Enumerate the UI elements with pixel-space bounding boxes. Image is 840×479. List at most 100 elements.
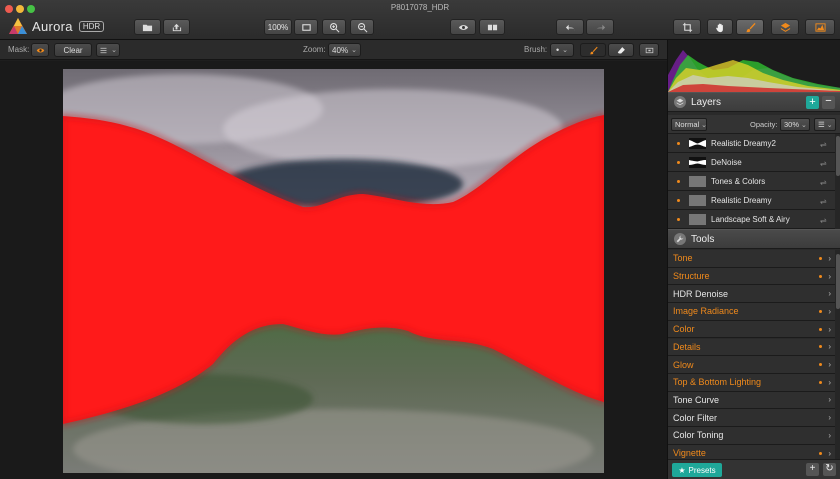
tool-row[interactable]: Tone Curve › bbox=[668, 391, 835, 410]
layer-settings-icon[interactable]: ⇌ bbox=[820, 197, 829, 206]
refresh-button[interactable]: ↻ bbox=[823, 463, 836, 476]
brush-size-select[interactable]: • ⌄ bbox=[550, 43, 574, 57]
layer-mask-thumbnail[interactable] bbox=[689, 194, 706, 206]
tool-row[interactable]: Color Filter › bbox=[668, 409, 835, 427]
histogram-toggle-button[interactable] bbox=[805, 19, 835, 35]
frame-icon bbox=[645, 47, 653, 53]
preview-button[interactable] bbox=[450, 19, 476, 35]
opacity-label: Opacity: bbox=[750, 120, 778, 129]
tool-name: Image Radiance bbox=[673, 306, 739, 317]
opacity-value: 30% bbox=[784, 120, 800, 129]
add-preset-button[interactable]: + bbox=[806, 463, 819, 476]
histogram bbox=[668, 40, 840, 92]
remove-layer-button[interactable]: − bbox=[822, 96, 835, 109]
tool-row[interactable]: Details › bbox=[668, 338, 835, 357]
tool-row[interactable]: Structure › bbox=[668, 267, 835, 286]
mask-visibility-button[interactable] bbox=[31, 43, 49, 57]
open-button[interactable] bbox=[134, 19, 161, 35]
chevron-down-icon: ⌄ bbox=[111, 47, 117, 54]
redo-button[interactable] bbox=[586, 19, 614, 35]
layer-row[interactable]: Realistic Dreamy ⇌ bbox=[668, 191, 835, 210]
layers-icon bbox=[674, 96, 686, 108]
app-badge: HDR bbox=[78, 20, 105, 32]
right-panel: Layers + − Normal ⌄ Opacity: 30% ⌄ ☰ ⌄ R… bbox=[667, 40, 840, 479]
presets-button[interactable]: ★ Presets bbox=[672, 463, 722, 477]
layer-mask-thumbnail[interactable] bbox=[689, 156, 706, 168]
layer-name: Landscape Soft & Airy bbox=[711, 214, 790, 224]
tool-row[interactable]: Image Radiance › bbox=[668, 303, 835, 321]
chevron-down-icon: ⌄ bbox=[562, 47, 569, 54]
layer-settings-icon[interactable]: ⇌ bbox=[820, 178, 829, 187]
chevron-right-icon: › bbox=[828, 413, 831, 423]
layer-mask-thumbnail[interactable] bbox=[689, 175, 706, 187]
fit-screen-button[interactable] bbox=[294, 19, 318, 35]
hand-tool-button[interactable] bbox=[707, 19, 733, 35]
blend-mode-select[interactable]: Normal ⌄ bbox=[671, 118, 707, 131]
layer-settings-icon[interactable]: ⇌ bbox=[820, 140, 829, 149]
layers-scroll-thumb[interactable] bbox=[836, 136, 840, 176]
chevron-right-icon: › bbox=[828, 360, 831, 370]
tool-row[interactable]: Color Toning › bbox=[668, 427, 835, 445]
tool-name: HDR Denoise bbox=[673, 288, 729, 299]
tool-row[interactable]: Glow › bbox=[668, 356, 835, 374]
histogram-graph bbox=[668, 50, 840, 92]
layer-row[interactable]: Realistic Dreamy2 ⇌ bbox=[668, 134, 835, 153]
layer-active-dot bbox=[677, 217, 680, 221]
chevron-right-icon: › bbox=[828, 289, 831, 299]
tool-row[interactable]: Tone › bbox=[668, 250, 835, 268]
photo-with-mask-image[interactable] bbox=[63, 69, 604, 473]
tool-row[interactable]: Top & Bottom Lighting › bbox=[668, 373, 835, 392]
photo-canvas[interactable] bbox=[63, 69, 604, 473]
tools-header[interactable]: Tools bbox=[668, 229, 840, 249]
chevron-right-icon: › bbox=[828, 377, 831, 387]
undo-icon bbox=[565, 24, 575, 31]
layer-row[interactable]: Landscape Soft & Airy ⇌ bbox=[668, 210, 835, 229]
undo-button[interactable] bbox=[556, 19, 584, 35]
tool-active-dot bbox=[819, 256, 823, 260]
hand-icon bbox=[715, 23, 723, 32]
clear-mask-button[interactable]: Clear bbox=[54, 43, 92, 57]
star-icon: ★ bbox=[678, 465, 686, 475]
tool-name: Structure bbox=[673, 271, 710, 282]
layer-active-dot bbox=[677, 141, 680, 145]
chevron-right-icon: › bbox=[828, 448, 831, 458]
brush-tool-button[interactable] bbox=[736, 19, 764, 35]
zoom-select[interactable]: 40% ⌄ bbox=[328, 43, 361, 57]
share-button[interactable] bbox=[163, 19, 190, 35]
crop-button[interactable] bbox=[673, 19, 701, 35]
tools-title: Tools bbox=[691, 233, 715, 245]
layer-settings-icon[interactable]: ⇌ bbox=[820, 216, 829, 225]
layer-mask-thumbnail[interactable] bbox=[689, 213, 706, 225]
eraser-button[interactable] bbox=[608, 43, 634, 57]
tool-active-dot bbox=[819, 345, 823, 349]
tool-row[interactable]: Color › bbox=[668, 320, 835, 339]
tool-active-dot bbox=[819, 327, 823, 331]
tools-scrollbar[interactable] bbox=[835, 250, 840, 459]
mask-toolbar: Mask: Clear ⌄ Zoom: 40% ⌄ Brush: • ⌄ bbox=[0, 40, 667, 60]
layer-row[interactable]: Tones & Colors ⇌ bbox=[668, 172, 835, 191]
layer-menu-button[interactable]: ☰ ⌄ bbox=[814, 118, 836, 131]
paint-brush-button[interactable] bbox=[580, 43, 606, 57]
tool-row[interactable]: HDR Denoise › bbox=[668, 285, 835, 304]
layer-row[interactable]: DeNoise ⇌ bbox=[668, 153, 835, 172]
zoom-value: 40% bbox=[332, 45, 349, 55]
zoom-in-button[interactable] bbox=[322, 19, 346, 35]
zoom-out-button[interactable] bbox=[350, 19, 374, 35]
zoom-out-icon bbox=[357, 22, 367, 32]
zoom-100-button[interactable]: 100% bbox=[264, 19, 292, 35]
layers-scrollbar[interactable] bbox=[835, 134, 840, 229]
tool-name: Color bbox=[673, 324, 695, 335]
tools-scroll-thumb[interactable] bbox=[836, 254, 840, 309]
add-layer-button[interactable]: + bbox=[806, 96, 819, 109]
mask-options-button[interactable]: ⌄ bbox=[96, 43, 120, 57]
opacity-select[interactable]: 30% ⌄ bbox=[780, 118, 810, 131]
canvas-area[interactable] bbox=[0, 61, 667, 479]
layers-toggle-button[interactable] bbox=[771, 19, 799, 35]
layers-header[interactable]: Layers + − bbox=[668, 92, 840, 112]
mask-label: Mask: bbox=[8, 45, 30, 54]
compare-button[interactable] bbox=[479, 19, 505, 35]
tool-name: Tone Curve bbox=[673, 394, 720, 405]
layer-mask-thumbnail[interactable] bbox=[689, 137, 706, 149]
layer-settings-icon[interactable]: ⇌ bbox=[820, 159, 829, 168]
mask-preview-button[interactable] bbox=[639, 43, 659, 57]
